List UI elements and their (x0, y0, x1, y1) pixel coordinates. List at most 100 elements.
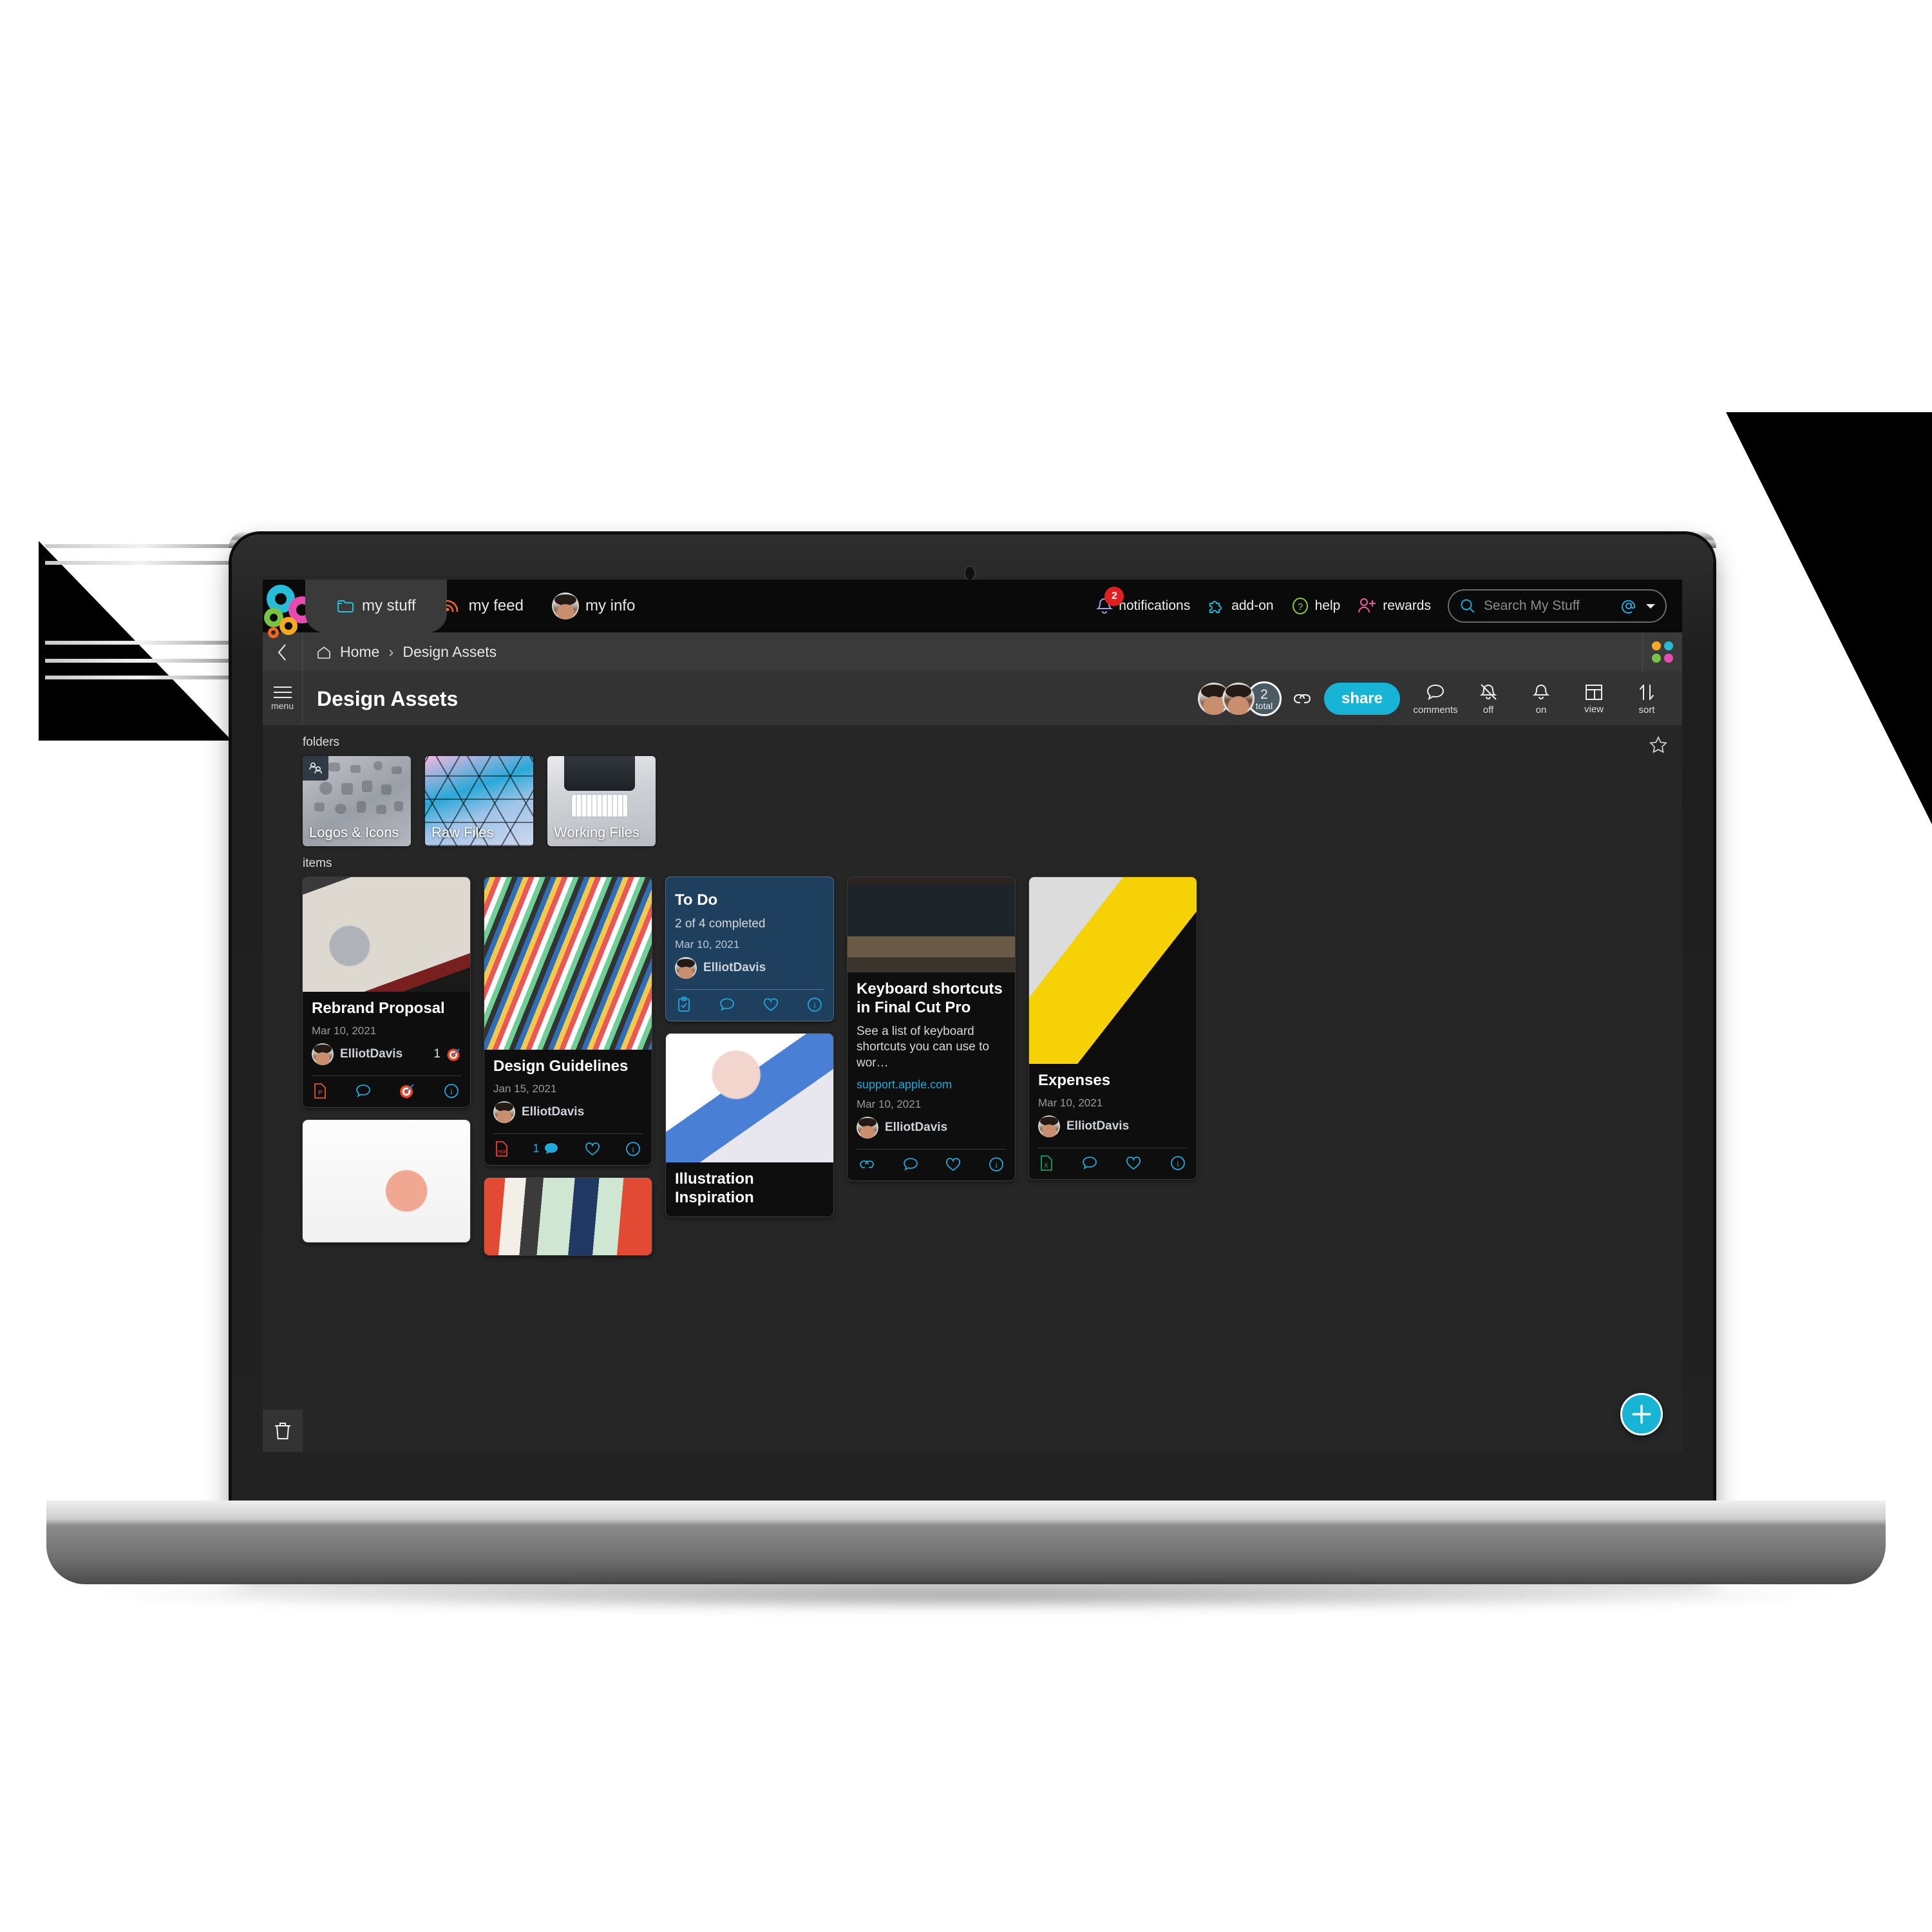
comment-icon[interactable] (355, 1083, 372, 1099)
laptop-camera (964, 565, 976, 581)
tab-my-stuff[interactable]: my stuff (305, 580, 447, 632)
trash-icon[interactable] (263, 1410, 303, 1452)
item-card-piggy-bank[interactable] (303, 1119, 470, 1242)
item-thumbnail (1029, 877, 1197, 1064)
bell-icon (1531, 682, 1551, 703)
heart-icon[interactable] (762, 997, 779, 1012)
target-icon (446, 1046, 461, 1062)
heart-icon[interactable] (945, 1157, 961, 1172)
tab-label-my-info: my info (585, 597, 636, 614)
item-card-to-do[interactable]: To Do 2 of 4 completed Mar 10, 2021 Elli… (666, 877, 833, 1021)
pdf-file-icon[interactable]: PDF (495, 1141, 509, 1157)
decorative-triangle-right (1726, 412, 1932, 824)
star-outline-icon[interactable] (1649, 735, 1668, 755)
tool-comments[interactable]: comments (1409, 672, 1462, 725)
nav-add-on[interactable]: add-on (1207, 596, 1274, 616)
menu-button[interactable]: menu (263, 672, 303, 725)
at-icon[interactable] (1620, 598, 1637, 614)
nav-rewards[interactable]: rewards (1357, 596, 1431, 616)
items-grid: Rebrand Proposal Mar 10, 2021 ElliotDavi… (263, 877, 1682, 1255)
folder-name: Working Files (554, 824, 639, 840)
info-icon[interactable]: i (1170, 1155, 1186, 1171)
top-nav-right-group: 2 notifications add-on ? help rewards Se… (1095, 587, 1682, 623)
item-title: Illustration Inspiration (675, 1170, 754, 1207)
link-icon[interactable] (858, 1157, 876, 1171)
info-icon[interactable]: i (988, 1156, 1005, 1173)
people-icon (303, 756, 328, 781)
color-dots-indicator[interactable] (1642, 632, 1682, 672)
tool-view[interactable]: view (1567, 672, 1620, 725)
home-icon[interactable] (317, 645, 331, 659)
item-card-expenses[interactable]: Expenses Mar 10, 2021 ElliotDavis X i (1029, 877, 1197, 1179)
search-input[interactable]: Search My Stuff (1484, 598, 1613, 614)
chevron-down-icon[interactable] (1645, 602, 1656, 610)
item-actions: X i (1038, 1147, 1188, 1179)
sort-arrows-icon (1637, 682, 1656, 703)
page-title-bar: menu Design Assets 2 total share comment… (263, 672, 1682, 725)
item-owner: ElliotDavis (1038, 1115, 1188, 1137)
add-button[interactable] (1620, 1393, 1663, 1435)
target-icon[interactable] (399, 1083, 415, 1099)
hamburger-icon (273, 687, 292, 698)
share-button[interactable]: share (1324, 683, 1400, 715)
item-thumbnail (303, 1119, 470, 1242)
avatar (857, 1116, 878, 1139)
item-card-extra-thumb[interactable] (484, 1177, 652, 1255)
collaborator-avatars[interactable]: 2 total (1198, 672, 1285, 725)
item-card-rebrand-proposal[interactable]: Rebrand Proposal Mar 10, 2021 ElliotDavi… (303, 877, 470, 1107)
info-icon[interactable]: i (443, 1083, 460, 1099)
tool-alerts-on[interactable]: on (1515, 672, 1567, 725)
svg-text:X: X (1044, 1162, 1048, 1170)
laptop-base (46, 1501, 1886, 1584)
info-icon[interactable]: i (625, 1141, 641, 1157)
back-button[interactable] (263, 632, 303, 672)
folder-card[interactable]: Logos & Icons (303, 756, 411, 846)
breadcrumb-item-home[interactable]: Home (340, 643, 379, 661)
comment-icon[interactable] (1081, 1155, 1098, 1171)
tool-sort[interactable]: sort (1620, 672, 1673, 725)
powerpoint-file-icon[interactable]: P (313, 1083, 327, 1099)
tab-my-info[interactable]: my info (538, 580, 649, 632)
folder-card[interactable]: Working Files (547, 756, 656, 846)
search-bar[interactable]: Search My Stuff (1448, 589, 1667, 623)
nav-help[interactable]: ? help (1291, 596, 1340, 616)
checklist-icon[interactable] (676, 996, 692, 1013)
breadcrumb-bar: Home › Design Assets (263, 632, 1682, 672)
info-icon[interactable]: i (806, 996, 823, 1013)
heart-icon[interactable] (1125, 1155, 1142, 1171)
item-owner-name: ElliotDavis (885, 1120, 948, 1134)
item-thumbnail (484, 877, 652, 1050)
breadcrumb-item-current[interactable]: Design Assets (402, 643, 497, 661)
folder-card[interactable]: Raw Files (425, 756, 533, 846)
layout-icon (1584, 683, 1604, 702)
tab-my-feed[interactable]: my feed (430, 580, 538, 632)
item-card-design-guidelines[interactable]: Design Guidelines Jan 15, 2021 ElliotDav… (484, 877, 652, 1165)
search-icon (1459, 598, 1476, 614)
plus-icon (1629, 1402, 1654, 1426)
heart-icon[interactable] (584, 1141, 601, 1157)
item-count: 1 (433, 1046, 461, 1062)
item-actions: P i (312, 1075, 461, 1107)
item-owner: ElliotDavis (857, 1116, 1006, 1139)
comment-icon[interactable] (902, 1157, 919, 1172)
copy-link-button[interactable] (1285, 672, 1319, 725)
svg-text:i: i (995, 1160, 998, 1170)
item-link[interactable]: support.apple.com (857, 1078, 1006, 1092)
user-plus-icon (1357, 596, 1378, 616)
comment-filled-icon[interactable]: 1 (533, 1141, 560, 1157)
excel-file-icon[interactable]: X (1039, 1155, 1054, 1171)
item-card-keyboard-shortcuts[interactable]: Keyboard shortcuts in Final Cut Pro See … (848, 877, 1015, 1180)
laptop-shadow (77, 1579, 1855, 1611)
nav-notifications[interactable]: 2 notifications (1095, 587, 1191, 616)
puzzle-icon (1207, 596, 1226, 616)
menu-label: menu (270, 701, 294, 711)
folder-icon (336, 598, 355, 614)
item-owner: ElliotDavis (493, 1101, 643, 1123)
items-column: Rebrand Proposal Mar 10, 2021 ElliotDavi… (303, 877, 470, 1242)
tool-notifications-off[interactable]: off (1462, 672, 1515, 725)
avatar (312, 1043, 334, 1065)
user-avatar (551, 592, 579, 620)
item-card-illustration-inspiration[interactable]: Illustration Inspiration (666, 1034, 833, 1217)
comment-icon[interactable] (719, 997, 735, 1012)
nav-label-notifications: notifications (1119, 598, 1191, 613)
